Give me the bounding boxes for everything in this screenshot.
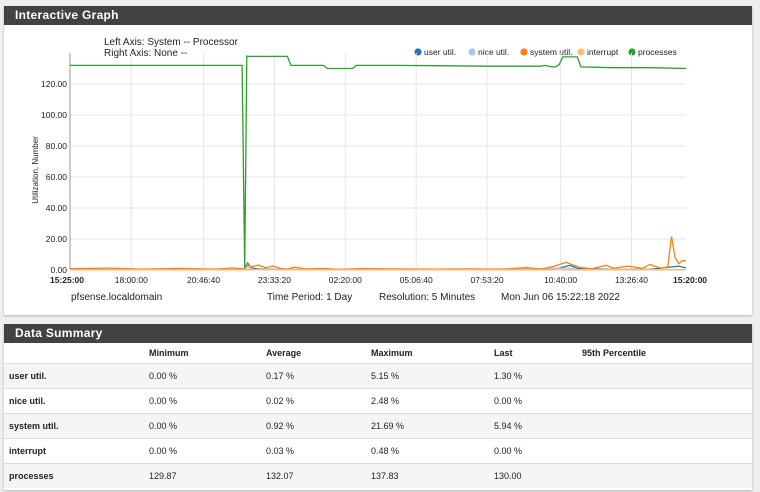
panel-title: Interactive Graph	[4, 6, 752, 25]
x-tick-label: 02:20:00	[329, 275, 362, 285]
series-line-system-util	[69, 236, 687, 271]
cell-95th-percentile	[582, 463, 752, 488]
legend-label[interactable]: processes	[638, 47, 677, 57]
y-axis-label: Utilization, Number	[31, 136, 40, 204]
y-tick-label: 60.00	[46, 172, 68, 182]
row-label: system util.	[4, 413, 149, 439]
cell-maximum: 2.48 %	[371, 388, 494, 414]
cell-maximum: 21.69 %	[371, 413, 494, 439]
row-label: interrupt	[4, 438, 149, 464]
cell-average: 0.03 %	[266, 438, 371, 464]
legend-marker[interactable]	[577, 48, 585, 56]
row-label: user util.	[4, 363, 149, 389]
legend-label[interactable]: interrupt	[587, 47, 619, 57]
cell-minimum: 0.00 %	[149, 413, 266, 439]
y-axis-ticks: 0.00 20.00 40.00 60.00 80.00 100.00 120.00	[41, 79, 67, 275]
x-tick-label: 15:20:00	[673, 275, 707, 285]
cell-95th-percentile	[582, 363, 752, 389]
x-tick-label: 23:33:20	[258, 275, 291, 285]
cell-last: 0.00 %	[494, 388, 582, 414]
table-row: interrupt 0.00 % 0.03 % 0.48 % 0.00 %	[4, 438, 752, 464]
x-tick-label: 10:40:00	[544, 275, 577, 285]
cell-last: 5.94 %	[494, 413, 582, 439]
cell-maximum: 137.83	[371, 463, 494, 488]
header-series	[4, 343, 149, 364]
chart-grid	[69, 53, 686, 271]
panel-title: Data Summary	[4, 324, 752, 343]
legend-label[interactable]: user util.	[424, 47, 456, 57]
cell-95th-percentile	[582, 438, 752, 464]
table-row: nice util. 0.00 % 0.02 % 2.48 % 0.00 %	[4, 388, 752, 414]
cell-95th-percentile	[582, 413, 752, 439]
y-tick-label: 80.00	[46, 141, 68, 151]
cell-last: 130.00	[494, 463, 582, 488]
series-line-interrupt	[70, 268, 686, 271]
x-axis-ticks: 15:25:00 18:00:00 20:46:40 23:33:20 02:20:00…	[50, 275, 707, 285]
x-tick-label: 20:46:40	[187, 275, 220, 285]
legend-marker[interactable]	[628, 48, 636, 56]
legend-marker[interactable]	[414, 48, 422, 56]
legend-marker[interactable]	[520, 48, 528, 56]
cell-average: 132.07	[266, 463, 371, 488]
y-tick-label: 0.00	[50, 265, 67, 275]
x-tick-label: 18:00:00	[115, 275, 148, 285]
cell-maximum: 5.15 %	[371, 363, 494, 389]
cell-average: 0.17 %	[266, 363, 371, 389]
summary-header-row: Minimum Average Maximum Last 95th Percen…	[4, 343, 752, 364]
series-line-processes	[70, 55, 687, 269]
x-tick-label: 15:25:00	[50, 275, 84, 285]
header-95th-percentile: 95th Percentile	[582, 348, 647, 358]
legend-label[interactable]: system util.	[530, 47, 573, 57]
header-maximum: Maximum	[371, 348, 413, 358]
resolution: Resolution: 5 Minutes	[379, 292, 476, 303]
host-name: pfsense.localdomain	[71, 292, 163, 303]
summary-table: Minimum Average Maximum Last 95th Percen…	[4, 343, 752, 488]
cell-95th-percentile	[582, 388, 752, 414]
cell-minimum: 129.87	[149, 463, 266, 488]
cell-minimum: 0.00 %	[149, 438, 266, 464]
y-tick-label: 20.00	[46, 234, 68, 244]
chart-legend[interactable]: user util. nice util. system util. interrup…	[414, 47, 677, 57]
cell-last: 1.30 %	[494, 363, 582, 389]
table-row: system util. 0.00 % 0.92 % 21.69 % 5.94 …	[4, 413, 752, 439]
table-row: processes 129.87 132.07 137.83 130.00	[4, 463, 752, 488]
cell-average: 0.92 %	[266, 413, 371, 439]
table-row: user util. 0.00 % 0.17 % 5.15 % 1.30 %	[4, 363, 752, 389]
right-axis-label: Right Axis: None --	[104, 48, 187, 59]
left-axis-label: Left Axis: System -- Processor	[104, 37, 239, 48]
time-period: Time Period: 1 Day	[267, 292, 353, 303]
x-tick-label: 13:26:40	[615, 275, 648, 285]
cell-minimum: 0.00 %	[149, 363, 266, 389]
cell-average: 0.02 %	[266, 388, 371, 414]
y-tick-label: 100.00	[41, 110, 67, 120]
header-minimum: Minimum	[149, 348, 189, 358]
data-summary-panel: Data Summary Minimum Average Maximum Las…	[4, 324, 752, 490]
row-label: processes	[4, 463, 149, 488]
legend-label[interactable]: nice util.	[478, 47, 509, 57]
x-tick-label: 07:53:20	[470, 275, 503, 285]
cell-minimum: 0.00 %	[149, 388, 266, 414]
utilization-chart[interactable]: Left Axis: System -- Processor Right Axi…	[4, 25, 752, 315]
row-label: nice util.	[4, 388, 149, 414]
y-tick-label: 120.00	[41, 79, 67, 89]
x-tick-label: 05:06:40	[400, 275, 433, 285]
header-average: Average	[266, 348, 302, 358]
header-last: Last	[494, 348, 513, 358]
cell-last: 0.00 %	[494, 438, 582, 464]
legend-marker[interactable]	[468, 48, 476, 56]
cell-maximum: 0.48 %	[371, 438, 494, 464]
y-tick-label: 40.00	[46, 203, 68, 213]
chart-series	[69, 55, 687, 271]
graph-timestamp: Mon Jun 06 15:22:18 2022	[501, 292, 620, 303]
interactive-graph-panel: Interactive Graph Left Axis: System -- P…	[4, 6, 752, 315]
